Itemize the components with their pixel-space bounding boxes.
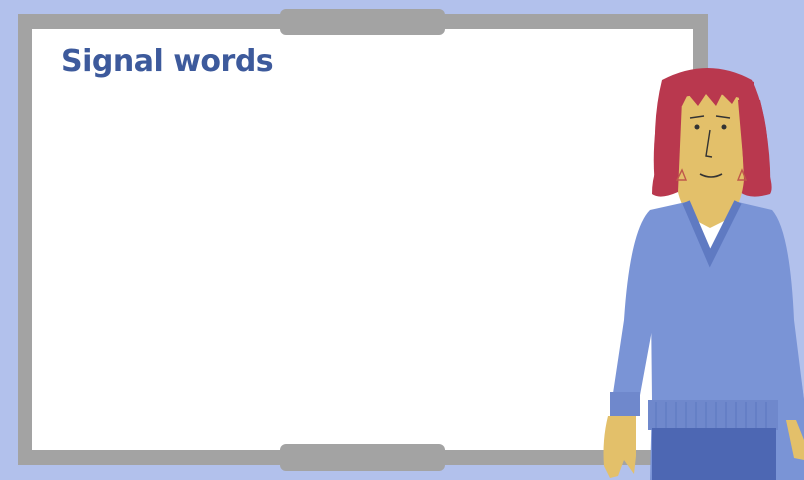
whiteboard-bottom-clip xyxy=(280,444,445,471)
slide-title: Signal words xyxy=(61,44,274,79)
presenter-character-icon xyxy=(603,68,804,480)
whiteboard-top-clip xyxy=(280,9,445,35)
